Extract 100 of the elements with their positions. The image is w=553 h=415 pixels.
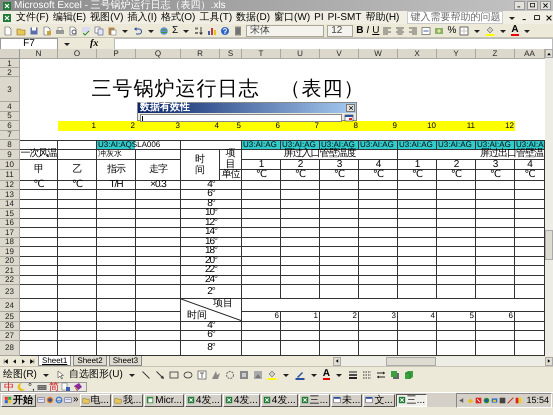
cell-text: U3:AI:A (515, 140, 545, 149)
row-header[interactable]: 23 (0, 285, 20, 300)
cell-text: 时间 (187, 310, 207, 321)
taskbar-button[interactable]: 三... (396, 394, 428, 406)
column-header[interactable]: U (281, 49, 320, 59)
column-header[interactable]: Z (476, 49, 515, 59)
column-header[interactable]: N (20, 49, 58, 59)
sheet-tab[interactable]: Sheet1 (38, 356, 72, 366)
menu-item[interactable]: 工具(T) (199, 12, 232, 24)
row-header[interactable]: 15 (0, 209, 20, 219)
row-header[interactable]: 3 (0, 77, 20, 102)
cell-text: 6 (508, 312, 514, 320)
row-header[interactable]: 2 (0, 68, 20, 77)
cell-text: 项目 (226, 148, 236, 170)
cell-text: 屏过入口管壁温度 (282, 149, 356, 160)
row-header[interactable]: 11 (0, 170, 20, 181)
column-header[interactable]: R (181, 49, 220, 59)
name-box[interactable]: F7 (0, 38, 58, 50)
cell-text: 18° (204, 246, 218, 256)
insert-function-button[interactable]: fx (90, 38, 98, 49)
cell-text: 5 (236, 122, 242, 130)
charset-toggle[interactable]: 简 (48, 382, 59, 392)
autosum-button[interactable]: Σ (172, 25, 178, 36)
font-dropdown[interactable]: 宋体 (246, 24, 324, 36)
row-header[interactable]: 24 (0, 299, 20, 312)
menu-item[interactable]: PI-SMT (328, 12, 362, 24)
sheet-tab[interactable]: Sheet2 (73, 356, 107, 366)
cell-text: 4° (206, 180, 216, 190)
menu-item[interactable]: 编辑(E) (52, 12, 86, 24)
italic-button[interactable]: I (366, 25, 370, 36)
menu-item[interactable]: 格式(O) (160, 12, 196, 24)
input-mode-toggle[interactable]: 中 (4, 382, 14, 392)
font-size-dropdown[interactable]: 12 (327, 24, 354, 36)
column-header[interactable]: O (58, 49, 97, 59)
cell-text: 4 (376, 160, 381, 170)
font-color-button[interactable]: A (511, 25, 519, 36)
start-button[interactable]: 开始 (1, 394, 36, 406)
row-header[interactable]: 27 (0, 331, 20, 341)
cell-text: 屏过出口管壁温 (479, 149, 544, 160)
row-header[interactable]: 10 (0, 160, 20, 170)
cell-text: 16° (204, 236, 218, 247)
taskbar-button[interactable]: 4发... (260, 394, 298, 406)
sheet-tab[interactable]: Sheet3 (108, 356, 142, 366)
cell-text: 11 (466, 122, 476, 130)
cell-text: 10° (204, 208, 218, 218)
column-header[interactable]: W (359, 49, 398, 59)
cell-text: 3 (174, 122, 181, 130)
font-color-button[interactable]: A (322, 369, 330, 380)
menu-item[interactable]: 插入(I) (127, 12, 157, 24)
cell-text: 4 (214, 122, 220, 130)
column-header[interactable]: V (320, 49, 359, 59)
row-header[interactable]: 9 (0, 150, 20, 160)
column-header[interactable]: Q (136, 49, 181, 59)
percent-button[interactable]: % (447, 25, 456, 36)
row-header[interactable]: 4 (0, 102, 20, 112)
cell-text: 9 (392, 122, 398, 130)
taskbar-button[interactable]: 文... (363, 394, 395, 406)
column-header[interactable]: T (242, 49, 281, 59)
more-button[interactable]: » (73, 394, 79, 406)
cell-text: 6 (274, 122, 281, 130)
taskbar-button[interactable]: 未... (330, 394, 362, 406)
autoshapes-menu[interactable]: 自选图形(U) (68, 368, 123, 380)
help-search-field[interactable]: 键入需要帮助的问题 (407, 11, 504, 24)
menu-item[interactable]: 帮助(H) (366, 12, 400, 24)
column-header[interactable]: P (97, 49, 136, 59)
underline-button[interactable]: U (372, 25, 380, 36)
menu-item[interactable]: 文件(F) (16, 12, 49, 24)
cell-text: 3 (390, 312, 397, 320)
taskbar-button[interactable]: 4发... (222, 394, 260, 406)
column-header[interactable]: Y (437, 49, 476, 59)
taskbar-button[interactable]: 我... (112, 394, 144, 406)
menu-item[interactable]: 数据(D) (236, 12, 270, 24)
row-header[interactable]: 28 (0, 340, 20, 356)
row-header[interactable]: 17 (0, 228, 20, 238)
column-header[interactable]: AA (515, 49, 545, 59)
cell-text: ℃ (488, 170, 502, 180)
row-header[interactable]: 21 (0, 266, 20, 276)
column-header[interactable]: X (398, 49, 437, 59)
bold-button[interactable]: B (356, 25, 364, 36)
cell-text: 12° (204, 218, 218, 228)
row-header[interactable]: 13 (0, 190, 20, 200)
row-header[interactable]: 6 (0, 121, 20, 130)
draw-menu[interactable]: 绘图(R) (3, 368, 37, 380)
cell-text: ℃ (332, 170, 346, 180)
taskbar-button[interactable]: 4发... (184, 394, 222, 406)
row-header[interactable]: 8 (0, 140, 20, 150)
column-header[interactable]: S (220, 49, 242, 59)
cell-text: U3:AI:AG (476, 140, 512, 149)
menu-item[interactable]: PI (314, 12, 324, 24)
row-header[interactable]: 1 (0, 59, 20, 68)
menu-item[interactable]: 窗口(W) (274, 12, 310, 24)
cell-text: 4 (527, 160, 532, 170)
taskbar-button[interactable]: Micr... (144, 394, 184, 406)
menu-item[interactable]: 视图(V) (90, 12, 124, 24)
punctuation-toggle[interactable]: °, (28, 382, 35, 392)
taskbar-button[interactable]: 电... (80, 394, 111, 406)
cell-text: 24° (204, 274, 218, 285)
row-header[interactable]: 19 (0, 247, 20, 257)
taskbar-button[interactable]: 三... (298, 394, 330, 406)
row-header[interactable]: 25 (0, 312, 20, 322)
